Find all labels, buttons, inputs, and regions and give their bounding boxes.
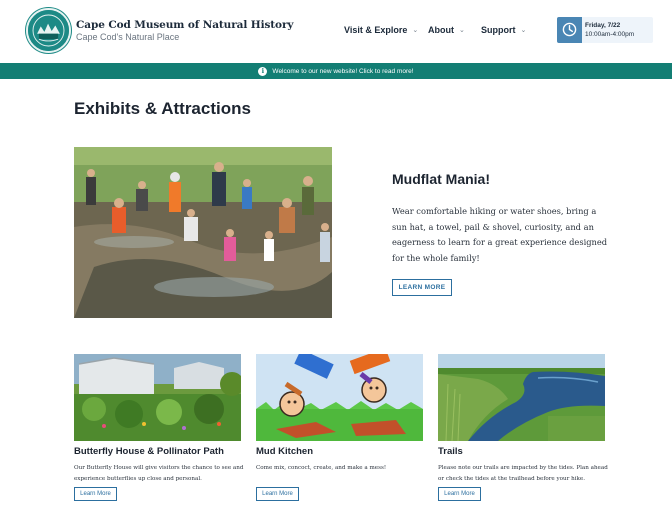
nav-visit-explore-label: Visit & Explore — [344, 25, 408, 35]
announcement-bar[interactable]: i Welcome to our new website! Click to r… — [0, 63, 672, 79]
card-description-trails: Please note our trails are impacted by t… — [438, 465, 608, 482]
hours-widget[interactable]: Friday, 7/22 10:00am-4:00pm — [557, 17, 653, 43]
announcement-text: Welcome to our new website! Click to rea… — [272, 67, 414, 75]
nav-support[interactable]: Support ⌄ — [481, 25, 526, 35]
mud-kitchen-illustration[interactable] — [256, 354, 423, 441]
info-icon: i — [258, 66, 268, 76]
nav-about[interactable]: About ⌄ — [428, 25, 465, 35]
mud-kitchen-learn-more-button[interactable]: Learn More — [256, 487, 299, 501]
clock-icon — [557, 17, 582, 43]
featured-description: Wear comfortable hiking or water shoes, … — [392, 206, 608, 263]
brand-tagline: Cape Cod's Natural Place — [76, 32, 180, 42]
brand-title[interactable]: Cape Cod Museum of Natural History — [76, 19, 294, 31]
chevron-down-icon: ⌄ — [459, 27, 465, 34]
nav-support-label: Support — [481, 25, 516, 35]
mudflat-photo — [74, 147, 332, 318]
hours-day: Friday, 7/22 — [585, 22, 621, 29]
chevron-down-icon: ⌄ — [412, 27, 419, 34]
nav-about-label: About — [428, 25, 454, 35]
butterfly-house-photo[interactable] — [74, 354, 241, 441]
featured-title: Mudflat Mania! — [392, 171, 490, 187]
trails-learn-more-button[interactable]: Learn More — [438, 487, 481, 501]
nav-visit-explore[interactable]: Visit & Explore ⌄ — [344, 25, 418, 35]
butterfly-learn-more-button[interactable]: Learn More — [74, 487, 117, 501]
museum-logo[interactable] — [26, 8, 71, 53]
chevron-down-icon: ⌄ — [520, 27, 527, 34]
card-description-mud-kitchen: Come mix, concoct, create, and make a me… — [256, 465, 387, 471]
hours-time: 10:00am-4:00pm — [585, 31, 635, 38]
card-title-mud-kitchen[interactable]: Mud Kitchen — [256, 446, 313, 457]
card-title-trails[interactable]: Trails — [438, 446, 463, 457]
card-title-butterfly[interactable]: Butterfly House & Pollinator Path — [74, 446, 224, 457]
card-description-butterfly: Our Butterfly House will give visitors t… — [74, 465, 244, 482]
trails-photo[interactable] — [438, 354, 605, 441]
featured-learn-more-button[interactable]: LEARN MORE — [392, 279, 452, 296]
page-title: Exhibits & Attractions — [74, 99, 251, 118]
site-header: Cape Cod Museum of Natural History Cape … — [0, 0, 672, 63]
